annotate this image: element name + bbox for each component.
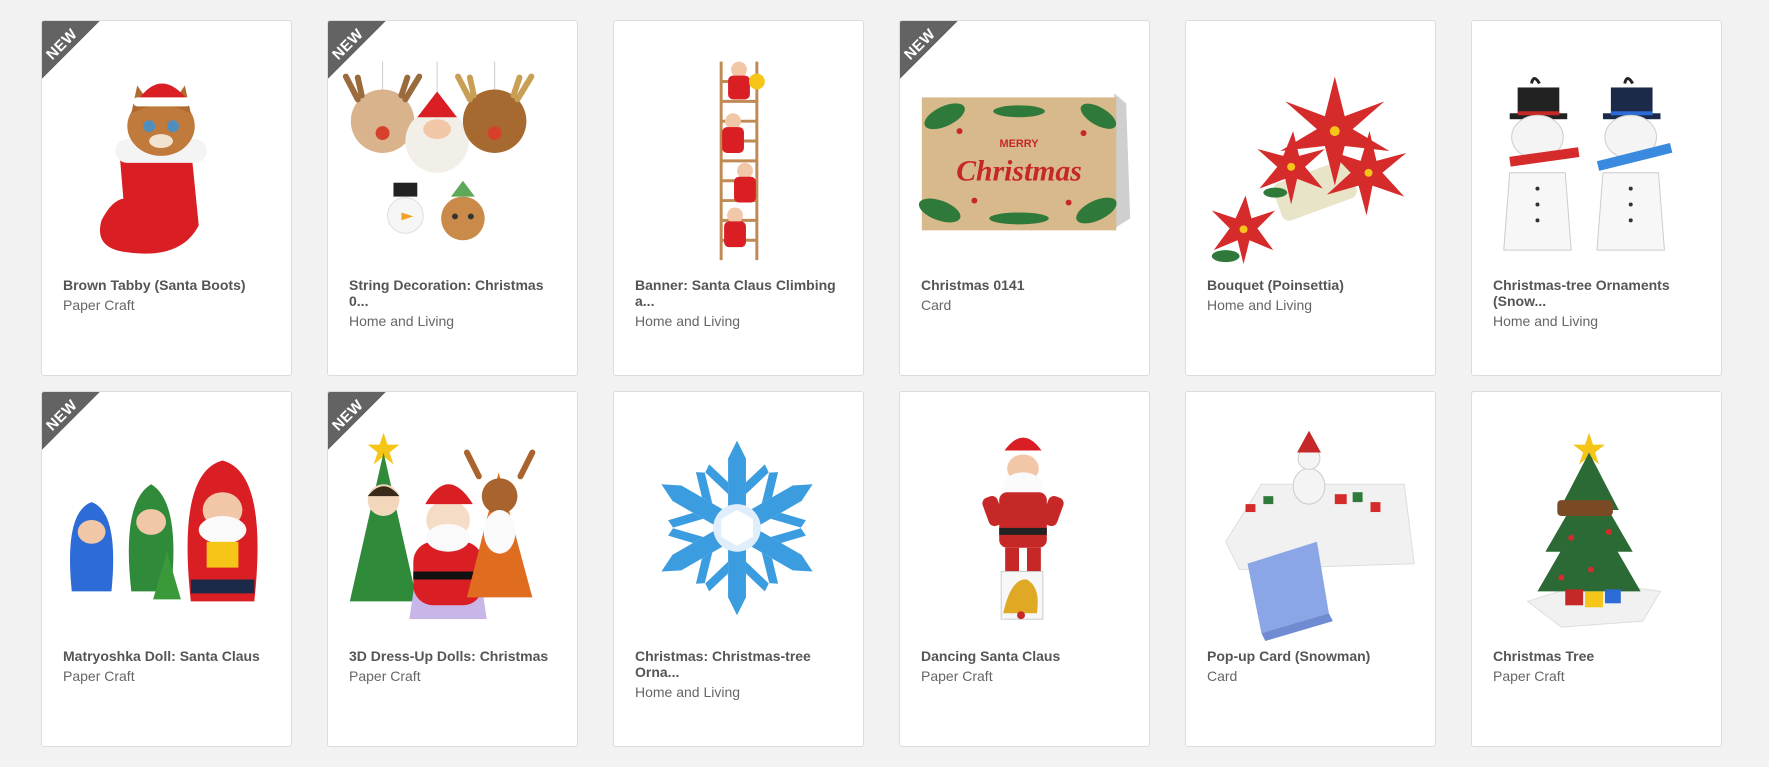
product-card[interactable]: Dancing Santa Claus Paper Craft <box>899 391 1150 747</box>
product-category: Paper Craft <box>349 668 421 684</box>
dancing-santa-icon <box>900 392 1149 642</box>
product-title[interactable]: 3D Dress-Up Dolls: Christmas <box>349 648 561 664</box>
product-category: Paper Craft <box>63 668 135 684</box>
snowman-popup-card-icon <box>1186 392 1435 642</box>
product-title[interactable]: Dancing Santa Claus <box>921 648 1133 664</box>
product-category: Card <box>1207 668 1238 684</box>
product-title[interactable]: Banner: Santa Claus Climbing a... <box>635 277 847 309</box>
product-card[interactable]: NEW Brown Tabby (Santa Boots) Paper Craf… <box>41 20 292 376</box>
product-category: Home and Living <box>1207 297 1313 313</box>
product-title[interactable]: Christmas 0141 <box>921 277 1133 293</box>
new-badge: NEW <box>328 392 386 450</box>
product-card[interactable]: Bouquet (Poinsettia) Home and Living <box>1185 20 1436 376</box>
product-title[interactable]: Christmas: Christmas-tree Orna... <box>635 648 847 680</box>
product-title[interactable]: Christmas-tree Ornaments (Snow... <box>1493 277 1705 309</box>
product-card[interactable]: NEW 3D Dress-Up Dolls: Christmas Paper C… <box>327 391 578 747</box>
christmas-tree-icon <box>1472 392 1721 642</box>
snowflake-ornament-icon <box>614 392 863 642</box>
product-category: Home and Living <box>1493 313 1599 329</box>
svg-text:MERRY: MERRY <box>1000 138 1040 150</box>
new-badge: NEW <box>42 21 100 79</box>
product-category: Card <box>921 297 952 313</box>
product-title[interactable]: Brown Tabby (Santa Boots) <box>63 277 275 293</box>
product-card[interactable]: NEW String Decoration: Christmas 0... Ho… <box>327 20 578 376</box>
poinsettia-bouquet-icon <box>1186 21 1435 271</box>
new-badge: NEW <box>42 392 100 450</box>
product-grid: NEW Brown Tabby (Santa Boots) Paper Craf… <box>41 20 1722 747</box>
product-category: Home and Living <box>349 313 455 329</box>
product-card[interactable]: Banner: Santa Claus Climbing a... Home a… <box>613 20 864 376</box>
product-title[interactable]: Matryoshka Doll: Santa Claus <box>63 648 275 664</box>
product-category: Home and Living <box>635 684 741 700</box>
product-title[interactable]: String Decoration: Christmas 0... <box>349 277 561 309</box>
new-badge: NEW <box>328 21 386 79</box>
snowman-ornaments-icon <box>1472 21 1721 271</box>
new-badge: NEW <box>900 21 958 79</box>
product-category: Home and Living <box>635 313 741 329</box>
product-category: Paper Craft <box>63 297 135 313</box>
product-card[interactable]: Christmas Tree Paper Craft <box>1471 391 1722 747</box>
product-title[interactable]: Pop-up Card (Snowman) <box>1207 648 1419 664</box>
svg-text:Christmas: Christmas <box>956 155 1082 188</box>
product-title[interactable]: Bouquet (Poinsettia) <box>1207 277 1419 293</box>
product-category: Paper Craft <box>921 668 993 684</box>
product-card[interactable]: NEW Matryoshka Doll: Santa Claus Paper C… <box>41 391 292 747</box>
santa-ladder-banner-icon <box>614 21 863 271</box>
product-title[interactable]: Christmas Tree <box>1493 648 1705 664</box>
product-category: Paper Craft <box>1493 668 1565 684</box>
product-card[interactable]: Christmas-tree Ornaments (Snow... Home a… <box>1471 20 1722 376</box>
product-card[interactable]: Christmas: Christmas-tree Orna... Home a… <box>613 391 864 747</box>
product-card[interactable]: Pop-up Card (Snowman) Card <box>1185 391 1436 747</box>
product-card[interactable]: NEW MERRY Christmas Christmas 0141 Card <box>899 20 1150 376</box>
